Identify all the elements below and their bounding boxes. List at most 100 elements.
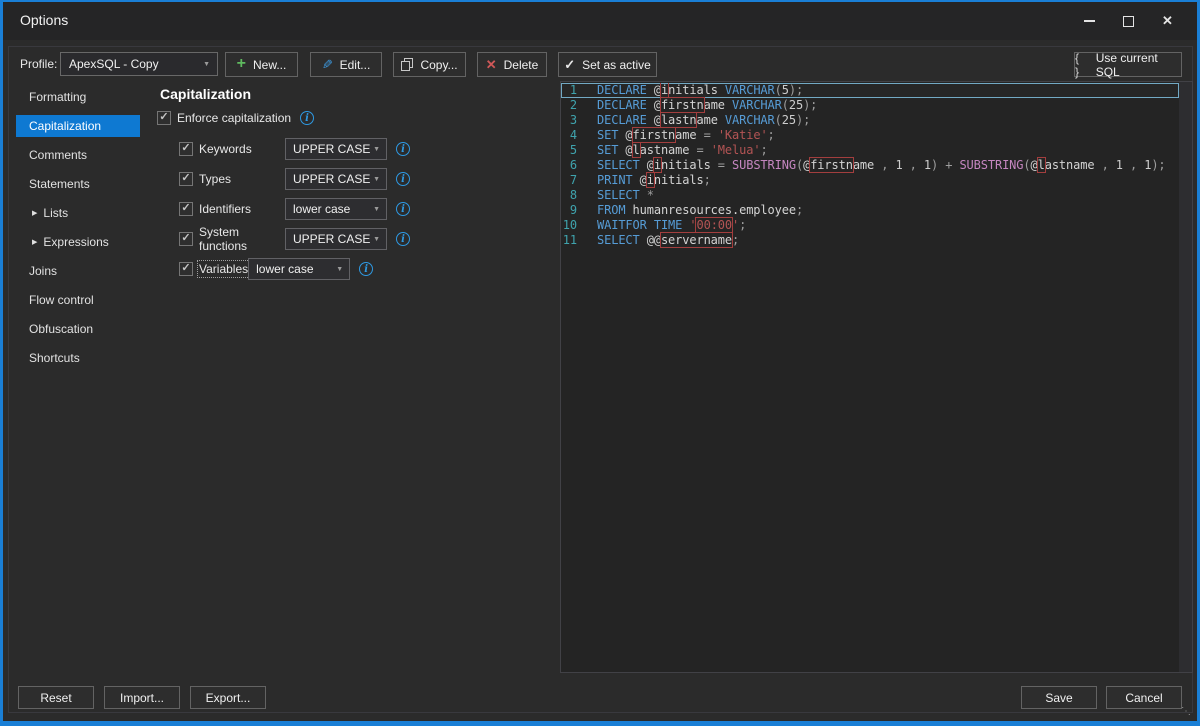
set-as-active-label: Set as active [582, 58, 651, 72]
copy-button[interactable]: Copy... [393, 52, 466, 77]
titlebar[interactable]: Options ✕ [3, 2, 1197, 40]
setting-label: Identifiers [199, 202, 285, 216]
plus-icon: + [237, 56, 246, 72]
profile-label: Profile: [20, 57, 57, 71]
profile-dropdown[interactable]: ApexSQL - Copy ▼ [60, 52, 218, 76]
maximize-button[interactable] [1109, 6, 1148, 36]
resize-grip-icon[interactable]: ⋱ [1181, 706, 1191, 717]
window-controls: ✕ [1070, 6, 1187, 36]
chevron-right-icon[interactable]: ▶ [32, 238, 37, 246]
new-button[interactable]: + New... [225, 52, 298, 77]
check-icon: ✓ [564, 58, 575, 71]
chevron-down-icon: ▼ [336, 266, 343, 273]
maximize-icon [1123, 16, 1134, 27]
editor-scrollbar[interactable] [1179, 82, 1192, 672]
check-icon: ✓ [159, 112, 168, 123]
edit-button-label: Edit... [340, 58, 371, 72]
info-icon[interactable]: i [300, 111, 314, 125]
import-button[interactable]: Import... [104, 686, 180, 709]
code-line: 11 SELECT @@servername; [561, 233, 1179, 248]
line-number: 2 [561, 98, 577, 113]
case-dropdown[interactable]: lower case ▼ [248, 258, 350, 280]
chevron-down-icon: ▼ [373, 236, 380, 243]
sidebar-item-label: Obfuscation [29, 322, 93, 336]
info-icon[interactable]: i [396, 142, 410, 156]
check-icon: ✓ [181, 233, 190, 244]
setting-checkbox[interactable]: ✓ [179, 232, 193, 246]
line-number: 5 [561, 143, 577, 158]
profile-dropdown-value: ApexSQL - Copy [69, 57, 159, 71]
case-dropdown[interactable]: UPPER CASE ▼ [285, 228, 387, 250]
setting-checkbox[interactable]: ✓ [179, 172, 193, 186]
capitalization-setting-row: ✓ Identifiers lower case ▼ i [179, 198, 437, 220]
sidebar-item[interactable]: ▶ Capitalization [16, 115, 140, 137]
sidebar-item[interactable]: ▶ Shortcuts [16, 347, 140, 369]
close-button[interactable]: ✕ [1148, 6, 1187, 36]
code-line: 4 SET @firstname = 'Katie'; [561, 128, 1179, 143]
enforce-capitalization-checkbox[interactable]: ✓ [157, 111, 171, 125]
sidebar-item[interactable]: ▶ Formatting [16, 86, 140, 108]
sql-preview-editor[interactable]: 1 DECLARE @initials VARCHAR(5); 2 DECLAR… [560, 81, 1193, 673]
code-line: 5 SET @lastname = 'Melua'; [561, 143, 1179, 158]
sidebar-item-label: Joins [29, 264, 57, 278]
import-button-label: Import... [120, 691, 164, 705]
code-line: 2 DECLARE @firstname VARCHAR(25); [561, 98, 1179, 113]
chevron-down-icon: ▼ [373, 206, 380, 213]
chevron-right-icon[interactable]: ▶ [32, 209, 37, 217]
line-number: 4 [561, 128, 577, 143]
line-number: 8 [561, 188, 577, 203]
code-text: DECLARE @initials VARCHAR(5); [597, 83, 803, 98]
line-number: 1 [561, 83, 577, 98]
set-as-active-button[interactable]: ✓ Set as active [558, 52, 657, 77]
code-text: SELECT * [597, 188, 654, 203]
capitalization-setting-row: ✓ Variables lower case ▼ i [179, 258, 437, 280]
export-button[interactable]: Export... [190, 686, 266, 709]
sidebar-item[interactable]: ▶ Obfuscation [16, 318, 140, 340]
info-icon[interactable]: i [396, 202, 410, 216]
case-dropdown[interactable]: UPPER CASE ▼ [285, 168, 387, 190]
sidebar-item-label: Comments [29, 148, 87, 162]
edit-button[interactable]: ✎ Edit... [310, 52, 382, 77]
minimize-button[interactable] [1070, 6, 1109, 36]
capitalization-setting-row: ✓ System functions UPPER CASE ▼ i [179, 228, 437, 250]
code-line: 8 SELECT * [561, 188, 1179, 203]
info-icon[interactable]: i [396, 232, 410, 246]
check-icon: ✓ [181, 173, 190, 184]
sidebar-item[interactable]: ▶ Lists [16, 202, 140, 224]
sidebar-item[interactable]: ▶ Joins [16, 260, 140, 282]
line-number: 6 [561, 158, 577, 173]
use-current-sql-button[interactable]: { } Use current SQL [1074, 52, 1182, 77]
sidebar-item[interactable]: ▶ Statements [16, 173, 140, 195]
window-frame: Options ✕ Profile: ApexSQL - Copy ▼ + Ne… [0, 0, 1200, 726]
setting-checkbox[interactable]: ✓ [179, 262, 193, 276]
chevron-down-icon: ▼ [373, 146, 380, 153]
sidebar-item[interactable]: ▶ Flow control [16, 289, 140, 311]
setting-label: Types [199, 172, 285, 186]
cancel-button[interactable]: Cancel [1106, 686, 1182, 709]
save-button[interactable]: Save [1021, 686, 1097, 709]
info-icon[interactable]: i [396, 172, 410, 186]
case-dropdown[interactable]: UPPER CASE ▼ [285, 138, 387, 160]
code-text: SET @lastname = 'Melua'; [597, 143, 768, 158]
copy-button-label: Copy... [420, 58, 457, 72]
setting-checkbox[interactable]: ✓ [179, 202, 193, 216]
code-text: FROM humanresources.employee; [597, 203, 803, 218]
code-line: 3 DECLARE @lastname VARCHAR(25); [561, 113, 1179, 128]
code-area[interactable]: 1 DECLARE @initials VARCHAR(5); 2 DECLAR… [561, 83, 1179, 672]
chevron-down-icon: ▼ [203, 61, 210, 68]
sidebar-item-label: Flow control [29, 293, 94, 307]
copy-icon [401, 58, 413, 71]
braces-icon: { } [1075, 51, 1089, 79]
line-number: 10 [561, 218, 577, 233]
case-dropdown[interactable]: lower case ▼ [285, 198, 387, 220]
panel-heading: Capitalization [160, 86, 437, 102]
code-line: 10 WAITFOR TIME '00:00'; [561, 218, 1179, 233]
sidebar-item[interactable]: ▶ Expressions [16, 231, 140, 253]
capitalization-setting-row: ✓ Types UPPER CASE ▼ i [179, 168, 437, 190]
setting-checkbox[interactable]: ✓ [179, 142, 193, 156]
sidebar-item[interactable]: ▶ Comments [16, 144, 140, 166]
capitalization-panel: Capitalization ✓ Enforce capitalization … [157, 86, 437, 288]
reset-button[interactable]: Reset [18, 686, 94, 709]
info-icon[interactable]: i [359, 262, 373, 276]
delete-button[interactable]: ✕ Delete [477, 52, 547, 77]
